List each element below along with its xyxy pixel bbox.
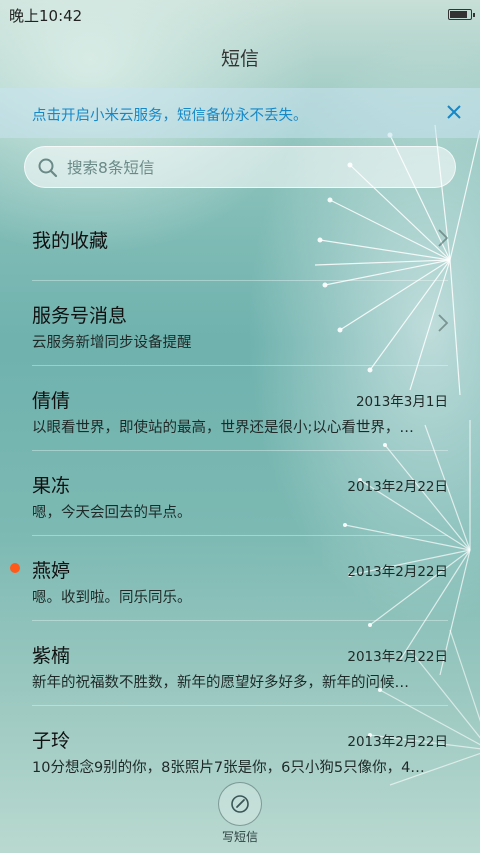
list-item-conversation[interactable]: 倩倩 2013年3月1日 以眼看世界，即使站的最高，世界还是很小;以心看世界，… [32,366,448,451]
conversation-date: 2013年2月22日 [347,564,448,580]
unread-indicator [10,563,20,573]
conversation-name: 子玲 [32,730,71,752]
conversation-snippet: 嗯。收到啦。同乐同乐。 [32,590,192,606]
list-item-conversation[interactable]: 果冻 2013年2月22日 嗯，今天会回去的早点。 [32,451,448,536]
conversation-name: 果冻 [32,475,71,497]
chevron-right-icon [438,229,449,247]
cloud-service-banner[interactable]: 点击开启小米云服务，短信备份永不丢失。 [0,88,480,138]
sms-screen: 晚上10:42 短信 点击开启小米云服务，短信备份永不丢失。 我的收藏 服务 [0,0,480,853]
conversation-snippet: 嗯，今天会回去的早点。 [32,505,192,521]
status-bar: 晚上10:42 [0,0,480,30]
conversation-date: 2013年2月22日 [347,734,448,750]
status-time: 晚上10:42 [9,7,83,25]
list-item-conversation[interactable]: 燕婷 2013年2月22日 嗯。收到啦。同乐同乐。 [10,536,448,621]
conversation-list: 我的收藏 服务号消息 云服务新增同步设备提醒 倩倩 2013年3月1日 以眼看世… [0,196,480,790]
page-title: 短信 [220,48,259,70]
search-bar[interactable] [24,146,456,189]
list-item-conversation[interactable]: 紫楠 2013年2月22日 新年的祝福数不胜数，新年的愿望好多好多，新年的问候… [32,621,448,706]
conversation-name: 燕婷 [32,560,71,582]
compose-button[interactable] [218,782,262,826]
compose-pen-icon [231,795,249,813]
conversation-snippet: 云服务新增同步设备提醒 [32,335,192,351]
list-item-service-messages[interactable]: 服务号消息 云服务新增同步设备提醒 [32,281,449,366]
conversation-name: 紫楠 [32,645,71,667]
conversation-date: 2013年2月22日 [347,649,448,665]
conversation-name: 服务号消息 [32,305,128,327]
conversation-snippet: 10分想念9别的你，8张照片7张是你，6只小狗5只像你，4… [32,760,425,776]
favorites-label: 我的收藏 [32,230,109,252]
conversation-date: 2013年2月22日 [347,479,448,495]
compose-label[interactable]: 写短信 [0,828,480,845]
close-icon[interactable] [442,100,466,124]
chevron-right-icon [438,314,449,332]
conversation-name: 倩倩 [32,390,71,412]
conversation-date: 2013年3月1日 [355,394,448,410]
banner-text[interactable]: 点击开启小米云服务，短信备份永不丢失。 [32,104,308,125]
search-input[interactable] [65,147,449,189]
battery-level [450,11,468,18]
list-item-conversation[interactable]: 子玲 2013年2月22日 10分想念9别的你，8张照片7张是你，6只小狗5只像… [32,706,448,790]
conversation-snippet: 新年的祝福数不胜数，新年的愿望好多好多，新年的问候… [32,675,409,691]
search-icon [38,158,58,178]
conversation-snippet: 以眼看世界，即使站的最高，世界还是很小;以心看世界，… [32,420,414,436]
battery-icon [448,9,475,20]
list-item-favorites[interactable]: 我的收藏 [32,196,449,281]
